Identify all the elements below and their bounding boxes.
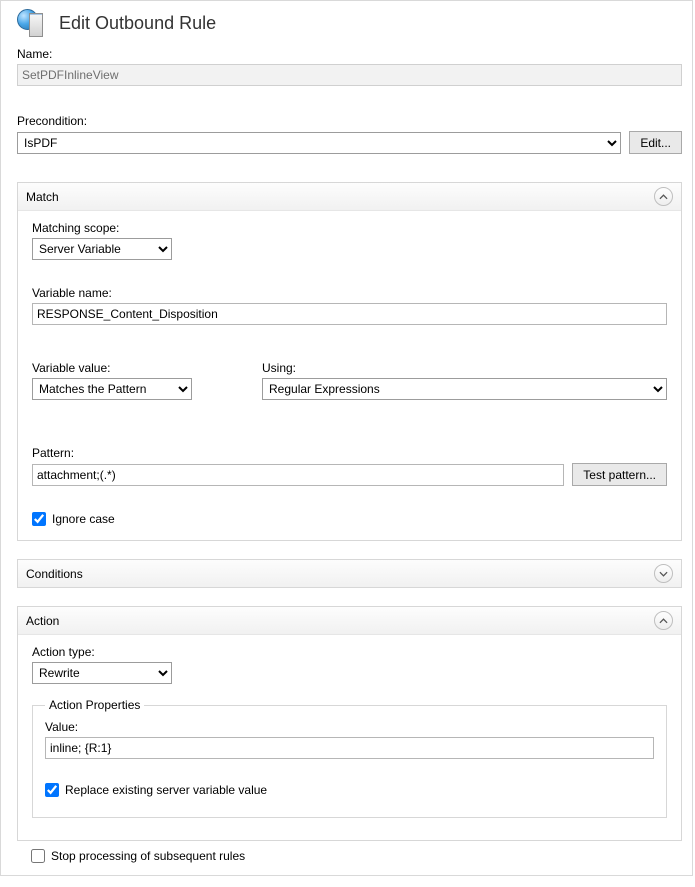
- action-value-input[interactable]: [45, 737, 654, 759]
- action-properties-group: Action Properties Value: Replace existin…: [32, 698, 667, 818]
- section-action-header[interactable]: Action: [18, 607, 681, 635]
- page-body: Name: Precondition: IsPDF Edit... Match: [1, 43, 692, 863]
- section-conditions: Conditions: [17, 559, 682, 588]
- chevron-down-icon: [654, 564, 673, 583]
- pattern-input[interactable]: [32, 464, 564, 486]
- precondition-select[interactable]: IsPDF: [17, 132, 621, 154]
- ignore-case-checkbox[interactable]: [32, 512, 46, 526]
- page-title: Edit Outbound Rule: [59, 13, 216, 34]
- section-match: Match Matching scope: Server Variable Va…: [17, 182, 682, 541]
- test-pattern-button[interactable]: Test pattern...: [572, 463, 667, 486]
- name-input: [17, 64, 682, 86]
- section-conditions-header[interactable]: Conditions: [18, 560, 681, 587]
- matching-scope-label: Matching scope:: [32, 221, 667, 235]
- page-header: Edit Outbound Rule: [1, 1, 692, 43]
- stop-processing-label: Stop processing of subsequent rules: [51, 849, 245, 863]
- replace-variable-checkbox[interactable]: [45, 783, 59, 797]
- stop-processing-checkbox[interactable]: [31, 849, 45, 863]
- iis-rule-icon: [17, 7, 49, 39]
- precondition-field: Precondition: IsPDF Edit...: [17, 114, 682, 154]
- ignore-case-label: Ignore case: [52, 512, 115, 526]
- action-type-label: Action type:: [32, 645, 667, 659]
- section-action: Action Action type: Rewrite Action Prope…: [17, 606, 682, 841]
- pattern-label: Pattern:: [32, 446, 667, 460]
- matching-scope-select[interactable]: Server Variable: [32, 238, 172, 260]
- using-select[interactable]: Regular Expressions: [262, 378, 667, 400]
- variable-name-label: Variable name:: [32, 286, 667, 300]
- action-value-label: Value:: [45, 720, 654, 734]
- replace-variable-label: Replace existing server variable value: [65, 783, 267, 797]
- name-label: Name:: [17, 47, 682, 61]
- using-label: Using:: [262, 361, 667, 375]
- name-field: Name:: [17, 47, 682, 86]
- action-type-select[interactable]: Rewrite: [32, 662, 172, 684]
- section-conditions-title: Conditions: [26, 567, 83, 581]
- section-match-title: Match: [26, 190, 59, 204]
- variable-value-label: Variable value:: [32, 361, 222, 375]
- edit-outbound-rule-page: Edit Outbound Rule Name: Precondition: I…: [0, 0, 693, 876]
- precondition-edit-button[interactable]: Edit...: [629, 131, 682, 154]
- chevron-up-icon: [654, 611, 673, 630]
- action-properties-title: Action Properties: [45, 698, 144, 712]
- section-match-header[interactable]: Match: [18, 183, 681, 211]
- variable-value-select[interactable]: Matches the Pattern: [32, 378, 192, 400]
- variable-name-input[interactable]: [32, 303, 667, 325]
- precondition-label: Precondition:: [17, 114, 682, 128]
- chevron-up-icon: [654, 187, 673, 206]
- section-action-title: Action: [26, 614, 59, 628]
